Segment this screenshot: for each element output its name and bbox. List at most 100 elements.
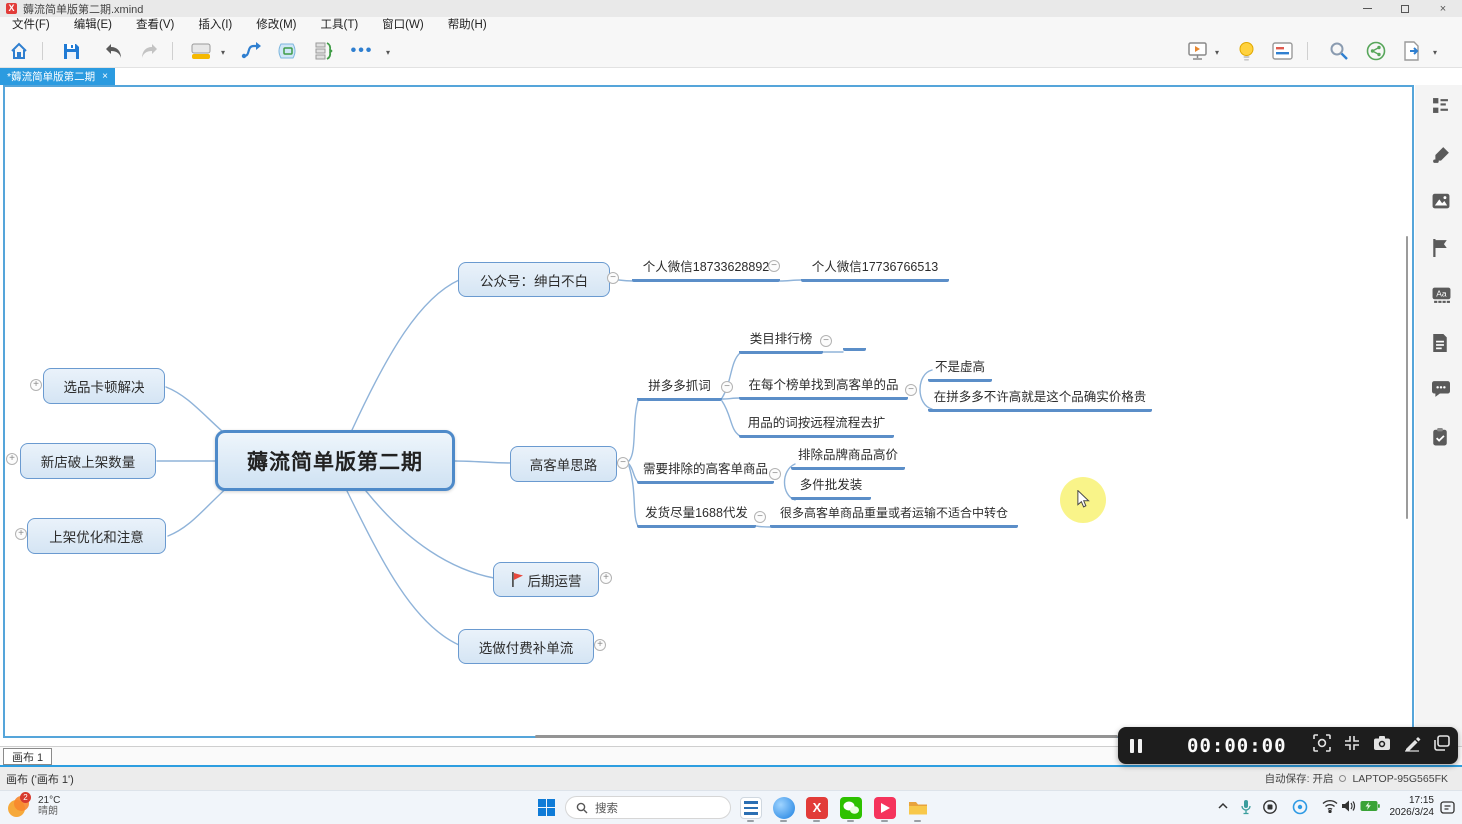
- taskbar-app-browser[interactable]: [773, 797, 795, 819]
- topic-new-shop-listing[interactable]: 新店破上架数量: [20, 443, 156, 479]
- topic-exclude-products[interactable]: 需要排除的高客单商品: [637, 461, 774, 484]
- menu-tools[interactable]: 工具(T): [308, 17, 370, 33]
- topic-paid-supplement[interactable]: 选做付费补单流: [458, 629, 594, 664]
- taskbar-app-notes[interactable]: [740, 797, 762, 819]
- collapse-icon[interactable]: −: [754, 511, 766, 523]
- insert-topic-button[interactable]: [190, 40, 212, 62]
- tray-microphone-icon[interactable]: [1240, 799, 1252, 820]
- taskbar-app-xmind[interactable]: X: [806, 797, 828, 819]
- expand-icon[interactable]: +: [15, 528, 27, 540]
- canvas-horizontal-scrollbar[interactable]: [535, 735, 1118, 738]
- menu-window[interactable]: 窗口(W): [370, 17, 436, 33]
- expand-icon[interactable]: +: [30, 379, 42, 391]
- minimize-recorder-button[interactable]: [1343, 734, 1361, 757]
- search-button[interactable]: [1328, 40, 1350, 62]
- mindmap-canvas[interactable]: [3, 85, 1414, 738]
- menu-edit[interactable]: 编辑(E): [62, 17, 124, 33]
- tray-chevron-icon[interactable]: [1216, 799, 1230, 818]
- export-caret[interactable]: ▾: [1433, 48, 1437, 57]
- canvas-vertical-scrollbar[interactable]: [1406, 236, 1408, 519]
- presentation-button[interactable]: [1186, 40, 1208, 62]
- topic-later-operations[interactable]: 后期运营: [493, 562, 599, 597]
- topic-high-value-strategy[interactable]: 高客单思路: [510, 446, 617, 482]
- weather-widget[interactable]: 2 21°C 晴朗: [8, 794, 60, 818]
- start-button[interactable]: [538, 799, 555, 816]
- collapse-icon[interactable]: −: [617, 457, 629, 469]
- topic-really-expensive[interactable]: 在拼多多不许高就是这个品确实价格贵: [928, 389, 1152, 412]
- topic-listing-optimization[interactable]: 上架优化和注意: [27, 518, 166, 554]
- topic-1688-shipping[interactable]: 发货尽量1688代发: [637, 505, 756, 528]
- topic-shipping-note[interactable]: 很多高客单商品重量或者运输不适合中转仓: [770, 505, 1018, 528]
- undo-button[interactable]: [103, 40, 125, 62]
- annotate-pen-button[interactable]: [1403, 734, 1421, 757]
- notification-center-icon[interactable]: [1440, 800, 1455, 820]
- share-button[interactable]: [1365, 40, 1387, 62]
- topic-product-lag[interactable]: 选品卡顿解决: [43, 368, 165, 404]
- collapse-icon[interactable]: −: [721, 381, 733, 393]
- sheet-tab-canvas1[interactable]: 画布 1: [3, 748, 52, 765]
- label-panel-icon[interactable]: Aa: [1432, 287, 1450, 305]
- topic-multi-pack[interactable]: 多件批发装: [791, 477, 871, 500]
- expand-icon[interactable]: +: [600, 572, 612, 584]
- close-button[interactable]: ×: [1424, 0, 1462, 17]
- tray-utility-icon[interactable]: [1262, 799, 1278, 820]
- topic-category-ranking[interactable]: 类目排行榜: [739, 331, 823, 354]
- taskbar-app-explorer[interactable]: [907, 797, 929, 819]
- notes-panel-icon[interactable]: [1432, 334, 1450, 352]
- idea-lightbulb-button[interactable]: [1235, 40, 1257, 62]
- more-dropdown-caret[interactable]: ▾: [386, 48, 390, 57]
- topic-ranking-stub[interactable]: [843, 337, 866, 351]
- collapse-icon[interactable]: −: [820, 335, 832, 347]
- topic-wechat-2[interactable]: 个人微信17736766513: [801, 259, 949, 282]
- taskbar-search[interactable]: 搜索: [565, 796, 731, 819]
- relationship-button[interactable]: [241, 40, 263, 62]
- presentation-caret[interactable]: ▾: [1215, 48, 1219, 57]
- boundary-button[interactable]: [277, 40, 299, 62]
- topic-pdd-keywords[interactable]: 拼多多抓词: [637, 378, 722, 401]
- tray-tim-icon[interactable]: [1292, 799, 1308, 820]
- menu-modify[interactable]: 修改(M): [244, 17, 308, 33]
- pause-button[interactable]: [1130, 739, 1142, 753]
- menu-help[interactable]: 帮助(H): [436, 17, 499, 33]
- topic-find-high-value[interactable]: 在每个榜单找到高客单的品: [739, 377, 908, 400]
- topic-wechat-1[interactable]: 个人微信18733628892: [632, 259, 780, 282]
- task-panel-icon[interactable]: [1432, 428, 1450, 446]
- topic-expand-words[interactable]: 用品的词按远程流程去扩: [739, 415, 894, 438]
- comments-panel-icon[interactable]: [1432, 381, 1450, 399]
- taskbar-clock[interactable]: 17:15 2026/3/24: [1390, 795, 1435, 819]
- collapse-icon[interactable]: −: [768, 260, 780, 272]
- export-button[interactable]: [1401, 40, 1423, 62]
- topic-not-inflated[interactable]: 不是虚高: [928, 359, 992, 382]
- focus-region-button[interactable]: [1313, 734, 1331, 757]
- expand-icon[interactable]: +: [594, 639, 606, 651]
- tab-current-document[interactable]: *薅流简单版第二期 ×: [0, 68, 115, 85]
- menu-file[interactable]: 文件(F): [0, 17, 62, 33]
- collapse-icon[interactable]: −: [769, 468, 781, 480]
- menu-insert[interactable]: 插入(I): [186, 17, 244, 33]
- marker-flag-icon[interactable]: [1432, 239, 1450, 257]
- more-tools-button[interactable]: •••: [351, 40, 373, 62]
- format-brush-icon[interactable]: [1432, 146, 1450, 164]
- expand-icon[interactable]: +: [6, 453, 18, 465]
- topic-exclude-brand[interactable]: 排除品牌商品高价: [791, 447, 905, 470]
- central-topic[interactable]: 薅流简单版第二期: [215, 430, 455, 491]
- summary-button[interactable]: [314, 40, 336, 62]
- slide-panel-button[interactable]: [1271, 40, 1293, 62]
- taskbar-app-wechat[interactable]: [840, 797, 862, 819]
- outline-panel-icon[interactable]: [1432, 97, 1450, 115]
- tab-close-icon[interactable]: ×: [102, 72, 108, 82]
- battery-icon[interactable]: [1360, 799, 1380, 817]
- taskbar-app-video[interactable]: [874, 797, 896, 819]
- topic-dropdown-caret[interactable]: ▾: [221, 48, 225, 57]
- menu-view[interactable]: 查看(V): [124, 17, 186, 33]
- volume-icon[interactable]: [1341, 799, 1357, 818]
- screenshot-camera-button[interactable]: [1373, 735, 1391, 756]
- save-button[interactable]: [60, 40, 82, 62]
- home-button[interactable]: [8, 40, 30, 62]
- collapse-icon[interactable]: −: [607, 272, 619, 284]
- image-panel-icon[interactable]: [1432, 193, 1450, 211]
- wifi-icon[interactable]: [1322, 799, 1338, 818]
- redo-button[interactable]: [138, 40, 160, 62]
- collapse-icon[interactable]: −: [905, 384, 917, 396]
- maximize-button[interactable]: [1386, 0, 1424, 17]
